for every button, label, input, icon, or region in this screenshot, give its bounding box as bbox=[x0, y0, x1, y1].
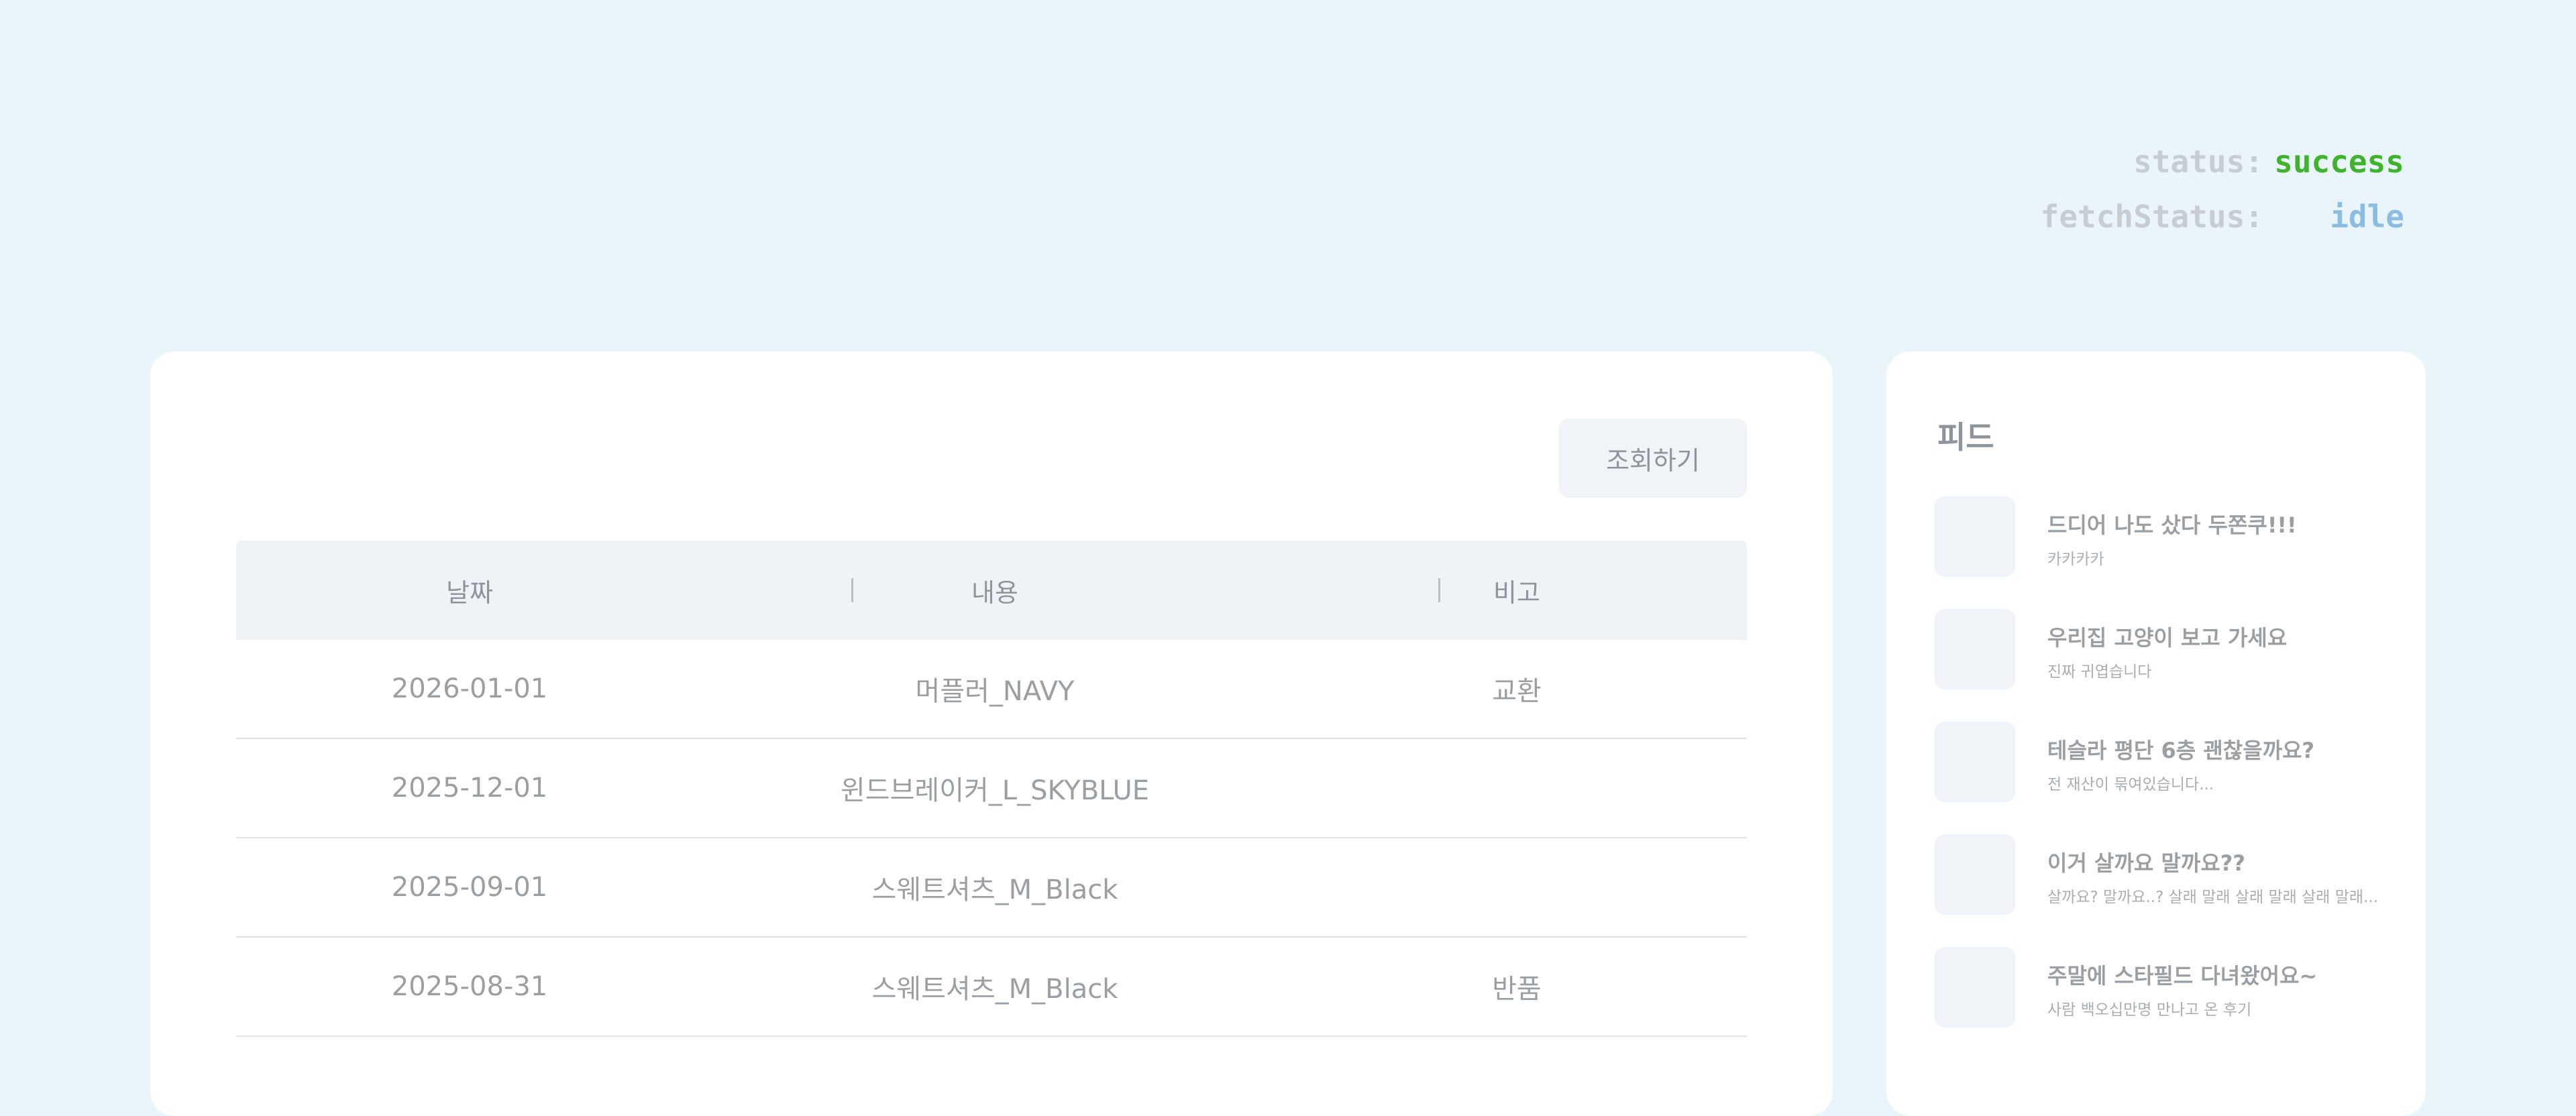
cell-content: 윈드브레이커_L_SKYBLUE bbox=[841, 775, 1149, 806]
header-date: 날짜 bbox=[446, 577, 493, 608]
cell-date: 2025-08-31 bbox=[391, 971, 548, 1002]
feed-item-title: 주말에 스타필드 다녀왔어요~ bbox=[2047, 963, 2318, 989]
feed-item-text: 테슬라 평단 6층 괜찮을까요? 전 재산이 묶여있습니다... bbox=[2047, 722, 2314, 794]
feed-item[interactable]: 드디어 나도 샀다 두쫀쿠!!! 카카카카 bbox=[1935, 496, 2399, 609]
feed-thumbnail bbox=[1935, 722, 2015, 802]
feed-item-title: 이거 살까요 말까요?? bbox=[2047, 850, 2245, 876]
status-row: status: success bbox=[2041, 134, 2404, 189]
feed-thumbnail bbox=[1935, 609, 2015, 689]
fetch-status-row: fetchStatus: idle bbox=[2041, 189, 2404, 244]
feed-item-subtitle: 진짜 귀엽습니다 bbox=[2047, 663, 2152, 681]
feed-item-title: 테슬라 평단 6층 괜찮을까요? bbox=[2047, 738, 2315, 763]
feed-thumbnail bbox=[1935, 947, 2015, 1027]
feed-list: 드디어 나도 샀다 두쫀쿠!!! 카카카카 우리집 고양이 보고 가세요 진짜 … bbox=[1935, 496, 2399, 1060]
cell-content: 머플러_NAVY bbox=[915, 676, 1075, 707]
status-value: success bbox=[2274, 144, 2404, 180]
query-status-panel: status: success fetchStatus: idle bbox=[2041, 134, 2404, 244]
table-row[interactable]: 2026-01-01 머플러_NAVY 교환 bbox=[236, 640, 1747, 739]
feed-item[interactable]: 주말에 스타필드 다녀왔어요~ 사람 백오십만명 만나고 온 후기 bbox=[1935, 947, 2399, 1060]
feed-item-title: 우리집 고양이 보고 가세요 bbox=[2047, 625, 2288, 651]
cell-note: 교환 bbox=[1492, 676, 1542, 707]
query-button[interactable]: 조회하기 bbox=[1559, 418, 1747, 498]
feed-item-subtitle: 사람 백오십만명 만나고 온 후기 bbox=[2047, 1001, 2252, 1019]
feed-item-text: 드디어 나도 샀다 두쫀쿠!!! 카카카카 bbox=[2047, 496, 2297, 569]
feed-item-title: 드디어 나도 샀다 두쫀쿠!!! bbox=[2047, 512, 2297, 538]
feed-card: 피드 드디어 나도 샀다 두쫀쿠!!! 카카카카 우리집 고양이 보고 가세요 … bbox=[1886, 351, 2426, 1116]
feed-item[interactable]: 이거 살까요 말까요?? 살까요? 말까요..? 살래 말래 살래 말래 살래 … bbox=[1935, 834, 2399, 947]
feed-item-subtitle: 살까요? 말까요..? 살래 말래 살래 말래 살래 말래... bbox=[2047, 889, 2379, 906]
cell-content: 스웨트셔츠_M_Black bbox=[871, 974, 1118, 1005]
feed-thumbnail bbox=[1935, 834, 2015, 915]
table-row[interactable]: 2025-08-31 스웨트셔츠_M_Black 반품 bbox=[236, 938, 1747, 1037]
cell-date: 2025-09-01 bbox=[391, 872, 548, 903]
feed-thumbnail bbox=[1935, 496, 2015, 577]
cell-content: 스웨트셔츠_M_Black bbox=[871, 875, 1118, 905]
feed-item-text: 우리집 고양이 보고 가세요 진짜 귀엽습니다 bbox=[2047, 609, 2287, 681]
column-divider bbox=[851, 578, 853, 602]
feed-item[interactable]: 테슬라 평단 6층 괜찮을까요? 전 재산이 묶여있습니다... bbox=[1935, 722, 2399, 834]
header-content: 내용 bbox=[971, 577, 1018, 608]
feed-item-subtitle: 전 재산이 묶여있습니다... bbox=[2047, 776, 2214, 793]
table-header: 날짜 내용 비고 bbox=[236, 541, 1747, 640]
main-card: 조회하기 날짜 내용 비고 2026-01-01 머플러_NAVY 교환 202… bbox=[150, 351, 1833, 1116]
feed-item-subtitle: 카카카카 bbox=[2047, 551, 2104, 568]
fetch-status-label: fetchStatus: bbox=[2040, 199, 2263, 235]
history-table: 날짜 내용 비고 2026-01-01 머플러_NAVY 교환 2025-12-… bbox=[236, 541, 1747, 1037]
feed-item-text: 이거 살까요 말까요?? 살까요? 말까요..? 살래 말래 살래 말래 살래 … bbox=[2047, 834, 2378, 907]
cell-date: 2026-01-01 bbox=[391, 673, 548, 704]
feed-title: 피드 bbox=[1937, 419, 1994, 455]
table-row[interactable]: 2025-12-01 윈드브레이커_L_SKYBLUE bbox=[236, 739, 1747, 838]
header-note: 비고 bbox=[1493, 577, 1540, 608]
table-row[interactable]: 2025-09-01 스웨트셔츠_M_Black bbox=[236, 838, 1747, 938]
feed-item-text: 주말에 스타필드 다녀왔어요~ 사람 백오십만명 만나고 온 후기 bbox=[2047, 947, 2317, 1019]
cell-note: 반품 bbox=[1492, 974, 1542, 1005]
feed-item[interactable]: 우리집 고양이 보고 가세요 진짜 귀엽습니다 bbox=[1935, 609, 2399, 722]
column-divider bbox=[1438, 578, 1440, 602]
cell-date: 2025-12-01 bbox=[391, 773, 548, 803]
status-label: status: bbox=[2133, 144, 2263, 180]
fetch-status-value: idle bbox=[2330, 199, 2404, 235]
